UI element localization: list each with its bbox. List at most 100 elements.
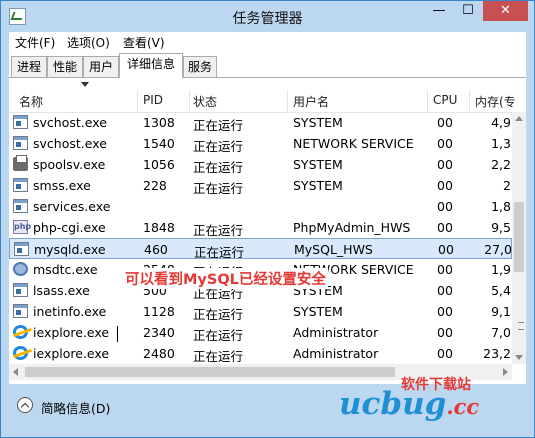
column-divider[interactable] bbox=[469, 90, 470, 112]
process-pid: 1056 bbox=[143, 157, 175, 172]
tab-services[interactable]: 服务 bbox=[183, 56, 217, 78]
process-user: SYSTEM bbox=[293, 304, 343, 319]
table-row[interactable]: iexplore.exe 2480 正在运行 Administrator 00 23,2 bbox=[9, 343, 512, 364]
process-cpu: 00 bbox=[437, 283, 453, 298]
task-manager-window: 任务管理器 — ☐ ✕ 文件(F) 选项(O) 查看(V) 进程 性能 用户 详… bbox=[0, 0, 535, 438]
column-pid[interactable]: PID bbox=[143, 93, 163, 107]
process-cpu: 00 bbox=[437, 178, 453, 193]
process-user: SYSTEM bbox=[293, 178, 343, 193]
process-cpu: 00 bbox=[437, 262, 453, 277]
tab-performance[interactable]: 性能 bbox=[47, 56, 83, 78]
window-icon bbox=[13, 283, 28, 297]
vertical-scrollbar[interactable] bbox=[512, 112, 526, 364]
process-user: Administrator bbox=[293, 325, 379, 340]
column-user[interactable]: 用户名 bbox=[293, 93, 329, 110]
window-icon bbox=[13, 115, 28, 129]
scroll-right-icon[interactable] bbox=[503, 368, 508, 376]
column-cpu[interactable]: CPU bbox=[433, 93, 457, 107]
process-name: mysqld.exe bbox=[34, 242, 106, 257]
column-name[interactable]: 名称 bbox=[19, 82, 89, 110]
ie-icon bbox=[13, 346, 28, 360]
process-status: 正在运行 bbox=[193, 349, 244, 364]
vertical-scroll-thumb[interactable] bbox=[514, 202, 524, 330]
process-user: PhpMyAdmin_HWS bbox=[293, 220, 411, 235]
table-row[interactable]: mysqld.exe 460 正在运行 MySQL_HWS 00 27,0 bbox=[9, 238, 512, 260]
scroll-left-icon[interactable] bbox=[13, 368, 18, 376]
process-name: inetinfo.exe bbox=[33, 304, 107, 319]
table-row[interactable]: inetinfo.exe 1128 正在运行 SYSTEM 00 9,1 bbox=[9, 301, 512, 322]
table-row[interactable]: spoolsv.exe 1056 正在运行 SYSTEM 00 2,2 bbox=[9, 154, 512, 175]
process-pid: 228 bbox=[143, 178, 167, 193]
process-memory: 23,2 bbox=[483, 346, 511, 361]
scroll-down-icon[interactable] bbox=[515, 355, 523, 360]
column-divider[interactable] bbox=[137, 90, 138, 112]
window-icon bbox=[13, 304, 28, 318]
column-memory[interactable]: 内存(专 bbox=[475, 93, 516, 110]
menu-options[interactable]: 选项(O) bbox=[67, 34, 110, 51]
column-divider[interactable] bbox=[427, 90, 428, 112]
table-row[interactable]: php php-cgi.exe 1848 正在运行 PhpMyAdmin_HWS 00 9,… bbox=[9, 217, 512, 238]
column-divider[interactable] bbox=[287, 90, 288, 112]
chevron-up-icon[interactable] bbox=[17, 397, 33, 413]
table-row[interactable]: iexplore.exe 2340 正在运行 Administrator 00 7,0 bbox=[9, 322, 512, 343]
process-user: MySQL_HWS bbox=[294, 242, 373, 257]
tab-users[interactable]: 用户 bbox=[83, 56, 119, 78]
tab-processes[interactable]: 进程 bbox=[11, 56, 47, 78]
ie-icon bbox=[13, 325, 28, 339]
process-pid: 2340 bbox=[143, 325, 175, 340]
gear-icon bbox=[13, 262, 28, 276]
process-cpu: 00 bbox=[437, 346, 453, 361]
process-name: spoolsv.exe bbox=[33, 157, 106, 172]
process-status: 正在运行 bbox=[193, 181, 244, 196]
grip-icon bbox=[518, 322, 524, 330]
process-memory: 1,3 bbox=[491, 136, 511, 151]
column-status[interactable]: 状态 bbox=[193, 93, 217, 110]
process-cpu: 00 bbox=[437, 220, 453, 235]
process-memory: 2,2 bbox=[491, 157, 511, 172]
scroll-up-icon[interactable] bbox=[515, 116, 523, 121]
process-cpu: 00 bbox=[437, 304, 453, 319]
table-row[interactable]: smss.exe 228 正在运行 SYSTEM 00 2 bbox=[9, 175, 512, 196]
fewer-details-button[interactable]: 简略信息(D) bbox=[41, 398, 110, 417]
process-cpu: 00 bbox=[437, 136, 453, 151]
details-panel: 名称 PID 状态 用户名 CPU 内存(专 svchost.exe 1308 正在… bbox=[9, 77, 526, 384]
process-pid: 1128 bbox=[143, 304, 175, 319]
process-memory: 7,0 bbox=[491, 325, 511, 340]
process-memory: 4,9 bbox=[491, 115, 511, 130]
process-list: svchost.exe 1308 正在运行 SYSTEM 00 4,9 svchost.ex… bbox=[9, 112, 512, 364]
printer-icon bbox=[13, 155, 28, 171]
process-cpu: 00 bbox=[437, 199, 453, 214]
column-header: 名称 PID 状态 用户名 CPU 内存(专 bbox=[9, 82, 526, 113]
table-row[interactable]: services.exe 00 1,8 bbox=[9, 196, 512, 217]
sort-down-icon bbox=[81, 82, 89, 87]
window-icon bbox=[13, 136, 28, 150]
tab-details[interactable]: 详细信息 bbox=[119, 53, 183, 78]
process-pid: 1540 bbox=[143, 136, 175, 151]
process-pid: 1848 bbox=[143, 220, 175, 235]
process-name: services.exe bbox=[33, 199, 111, 214]
column-divider[interactable] bbox=[189, 90, 190, 112]
process-memory: 2 bbox=[503, 178, 511, 193]
process-cpu: 00 bbox=[438, 242, 454, 257]
process-status: 正在运行 bbox=[193, 118, 244, 133]
table-row[interactable]: svchost.exe 1308 正在运行 SYSTEM 00 4,9 bbox=[9, 112, 512, 133]
process-status: 正在运行 bbox=[193, 160, 244, 175]
menu-view[interactable]: 查看(V) bbox=[123, 34, 165, 51]
maximize-button[interactable]: ☐ bbox=[454, 1, 482, 21]
php-icon: php bbox=[13, 220, 31, 234]
menu-file[interactable]: 文件(F) bbox=[15, 34, 55, 51]
process-cpu: 00 bbox=[437, 115, 453, 130]
process-name: smss.exe bbox=[33, 178, 91, 193]
table-row[interactable]: svchost.exe 1540 正在运行 NETWORK SERVICE 00 1,3 bbox=[9, 133, 512, 154]
process-name: php-cgi.exe bbox=[33, 220, 106, 235]
minimize-button[interactable]: — bbox=[425, 1, 453, 21]
horizontal-scroll-thumb[interactable] bbox=[25, 367, 395, 377]
process-name: svchost.exe bbox=[33, 136, 107, 151]
process-memory: 9,1 bbox=[491, 304, 511, 319]
process-cpu: 00 bbox=[437, 325, 453, 340]
process-memory: 9,5 bbox=[491, 220, 511, 235]
title-bar[interactable]: 任务管理器 — ☐ ✕ bbox=[1, 1, 534, 31]
close-button[interactable]: ✕ bbox=[483, 1, 528, 21]
process-name: iexplore.exe bbox=[33, 346, 110, 361]
watermark-logo-text: ucbug bbox=[339, 386, 447, 422]
